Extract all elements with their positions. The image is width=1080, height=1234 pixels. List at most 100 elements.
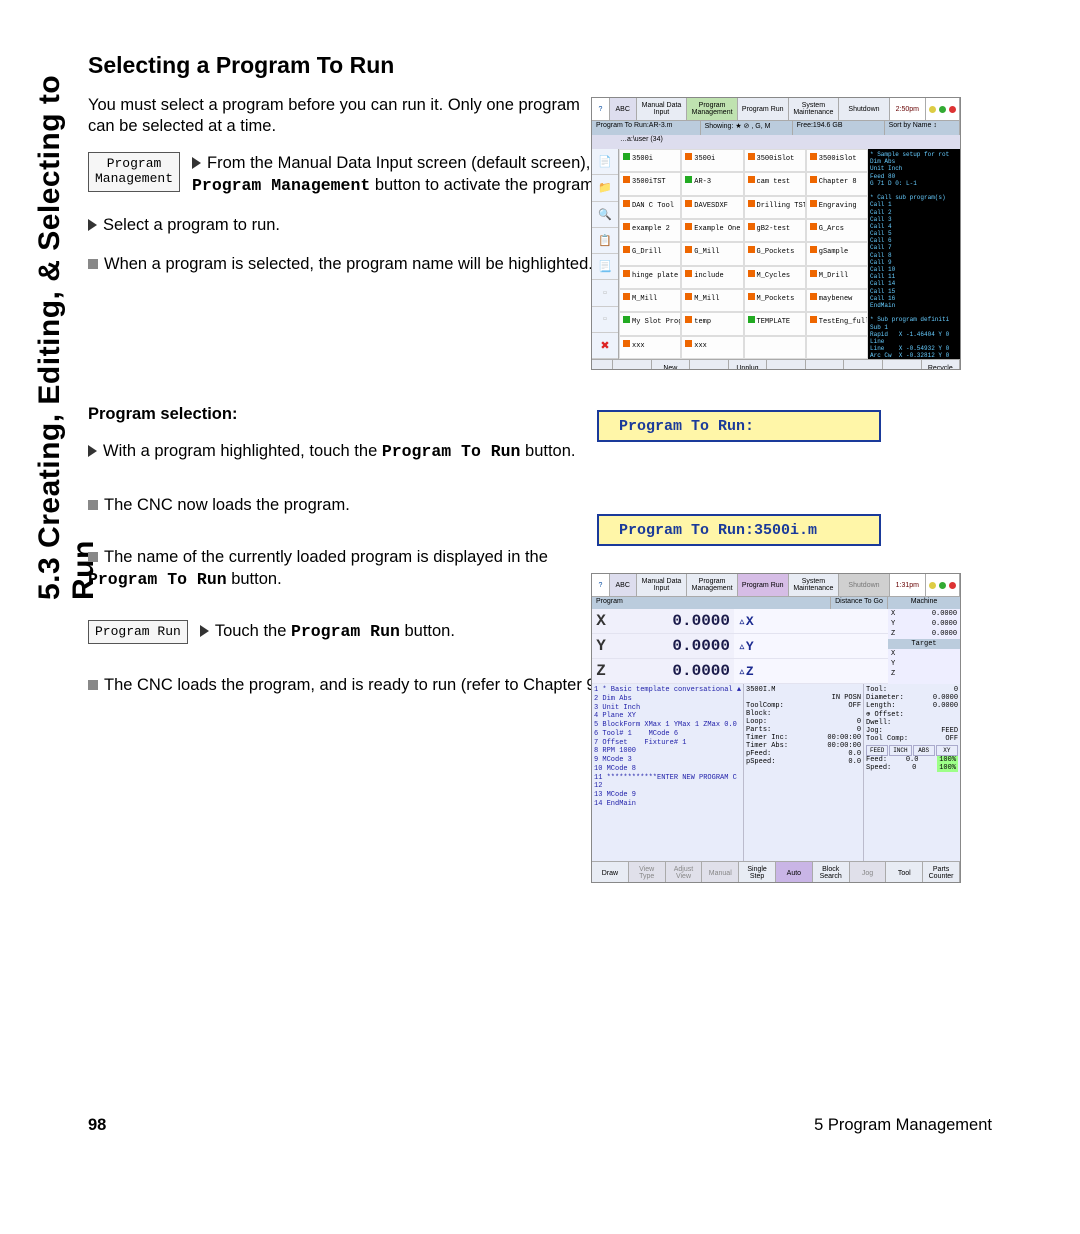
toolbar-button[interactable]: Manual bbox=[702, 862, 739, 883]
file-item[interactable]: M_Mill bbox=[681, 289, 743, 312]
toolbar-button[interactable]: Adjust View bbox=[666, 862, 703, 883]
tab-program-management[interactable]: Program Management bbox=[687, 574, 738, 596]
program-to-run-button-loaded[interactable]: Program To Run:3500i.m bbox=[597, 514, 881, 546]
toolbar-button bbox=[883, 360, 922, 370]
toolbar-button[interactable]: New Program bbox=[652, 360, 691, 370]
tab-program-run[interactable]: Program Run bbox=[738, 98, 789, 120]
program-management-button[interactable]: ProgramManagement bbox=[88, 152, 180, 192]
tool-icon[interactable]: 📄 bbox=[592, 149, 618, 175]
folder-icon[interactable]: 📁 bbox=[592, 175, 618, 201]
file-item[interactable]: include bbox=[681, 266, 743, 289]
file-item[interactable]: Drilling TST bbox=[744, 196, 806, 219]
doc-icon[interactable]: 📃 bbox=[592, 254, 618, 280]
file-item[interactable]: xxx bbox=[619, 336, 681, 359]
screenshot-program-run: ? ABC Manual Data Input Program Manageme… bbox=[591, 573, 961, 883]
tab-program-run[interactable]: Program Run bbox=[738, 574, 789, 596]
tab-program-management[interactable]: Program Management bbox=[687, 98, 738, 120]
toolbar-button[interactable]: View Type bbox=[629, 862, 666, 883]
dro-panel: X0.0000▵XY0.0000▵YZ0.0000▵Z bbox=[592, 609, 888, 684]
file-item[interactable]: G_Drill bbox=[619, 242, 681, 265]
toolbar-button[interactable]: Tool bbox=[886, 862, 923, 883]
toolbar-button[interactable]: ◄ bbox=[592, 360, 613, 370]
file-item[interactable] bbox=[806, 336, 868, 359]
toolbar-button[interactable]: Draw bbox=[592, 862, 629, 883]
file-item[interactable]: G_Mill bbox=[681, 242, 743, 265]
file-item[interactable]: G_Pockets bbox=[744, 242, 806, 265]
status-machine: Machine bbox=[888, 597, 960, 609]
square-bullet-icon bbox=[88, 552, 98, 562]
tab-mdi[interactable]: Manual Data Input bbox=[637, 574, 688, 596]
file-item[interactable]: 3500iSlot bbox=[744, 149, 806, 172]
toolbar-button[interactable]: Edit bbox=[844, 360, 883, 370]
file-item[interactable]: My Slot Prog. bbox=[619, 312, 681, 335]
file-item[interactable]: maybenew bbox=[806, 289, 868, 312]
file-item[interactable]: temp bbox=[681, 312, 743, 335]
file-item[interactable]: 3500iSlot bbox=[806, 149, 868, 172]
triangle-bullet-icon bbox=[88, 219, 97, 231]
step-select-program: Select a program to run. bbox=[88, 214, 608, 236]
screenshot-program-management: ? ABC Manual Data Input Program Manageme… bbox=[591, 97, 961, 370]
preview-panel: * Sample setup for rot Dim Abs Unit Inch… bbox=[868, 149, 960, 359]
program-listing[interactable]: 1 * Basic template conversational ▲ 2 Di… bbox=[592, 684, 743, 861]
file-item[interactable]: 3500i bbox=[681, 149, 743, 172]
file-grid[interactable]: 3500i3500i3500iSlot3500iSlot3500iTSTAR-3… bbox=[619, 149, 868, 359]
file-item[interactable]: M_Pockets bbox=[744, 289, 806, 312]
page-title: Selecting a Program To Run bbox=[88, 52, 963, 79]
program-run-button[interactable]: Program Run bbox=[88, 620, 188, 645]
toolbar-button[interactable]: Auto bbox=[776, 862, 813, 883]
toolbar-button[interactable]: Unplug USB bbox=[729, 360, 768, 370]
copy-icon[interactable]: 📋 bbox=[592, 228, 618, 254]
toolbar-button[interactable]: Block Search bbox=[813, 862, 850, 883]
file-item[interactable]: xxx bbox=[681, 336, 743, 359]
file-item[interactable]: M_Cycles bbox=[744, 266, 806, 289]
toolbar-button[interactable]: ⊖ bbox=[613, 360, 652, 370]
help-icon[interactable]: ? bbox=[592, 98, 610, 120]
program-to-run-button-empty[interactable]: Program To Run: bbox=[597, 410, 881, 442]
tab-shutdown: Shutdown bbox=[839, 574, 890, 596]
file-item[interactable]: example 2 bbox=[619, 219, 681, 242]
file-item[interactable]: DAN C Tool bbox=[619, 196, 681, 219]
blank-icon[interactable]: ▫ bbox=[592, 280, 618, 306]
tab-system-maintenance[interactable]: System Maintenance bbox=[789, 98, 840, 120]
showing-filter[interactable]: Showing: ★ ⊘ , G, M bbox=[701, 121, 793, 135]
toolbar-button[interactable]: Jog bbox=[850, 862, 887, 883]
chapter-footer: 5 Program Management bbox=[814, 1116, 992, 1135]
sort-by[interactable]: Sort by Name ↕ bbox=[885, 121, 960, 135]
file-item[interactable]: 3500iTST bbox=[619, 172, 681, 195]
help-icon[interactable]: ? bbox=[592, 574, 610, 596]
abc-button[interactable]: ABC bbox=[610, 574, 637, 596]
delete-icon[interactable]: ✖ bbox=[592, 333, 618, 359]
file-item[interactable]: Example One bbox=[681, 219, 743, 242]
tab-system-maintenance[interactable]: System Maintenance bbox=[789, 574, 840, 596]
status-lights bbox=[926, 574, 960, 596]
file-item[interactable]: Chapter 8 bbox=[806, 172, 868, 195]
file-item[interactable]: TEMPLATE bbox=[744, 312, 806, 335]
step-touch-ptr: With a program highlighted, touch the Pr… bbox=[88, 440, 608, 463]
clock: 2:50pm bbox=[890, 98, 926, 120]
file-item[interactable]: 3500i bbox=[619, 149, 681, 172]
file-item[interactable]: cam test bbox=[744, 172, 806, 195]
tab-shutdown[interactable]: Shutdown bbox=[839, 98, 890, 120]
file-item[interactable] bbox=[744, 336, 806, 359]
toolbar-button[interactable]: Parts Counter bbox=[923, 862, 960, 883]
side-tab: 5.3 Creating, Editing, & Selecting to Ru… bbox=[33, 50, 75, 600]
file-item[interactable]: gSample bbox=[806, 242, 868, 265]
file-item[interactable]: M_Mill bbox=[619, 289, 681, 312]
file-item[interactable]: AR-3 bbox=[681, 172, 743, 195]
file-item[interactable]: DAVESDXF bbox=[681, 196, 743, 219]
file-item[interactable]: gB2-test bbox=[744, 219, 806, 242]
toolbar-button[interactable]: CAM bbox=[767, 360, 806, 370]
file-item[interactable]: G_Arcs bbox=[806, 219, 868, 242]
file-item[interactable]: M_Drill bbox=[806, 266, 868, 289]
toolbar-button[interactable]: Recycle Bin bbox=[922, 360, 961, 370]
abc-button[interactable]: ABC bbox=[610, 98, 637, 120]
tab-mdi[interactable]: Manual Data Input bbox=[637, 98, 688, 120]
search-icon[interactable]: 🔍 bbox=[592, 202, 618, 228]
file-item[interactable]: Engraving bbox=[806, 196, 868, 219]
toolbar-button[interactable]: Single Step bbox=[739, 862, 776, 883]
toolbar-button[interactable]: Draw bbox=[806, 360, 845, 370]
blank-icon[interactable]: ▫ bbox=[592, 307, 618, 333]
file-item[interactable]: TestEng_full bbox=[806, 312, 868, 335]
file-item[interactable]: hinge plate 1 bbox=[619, 266, 681, 289]
left-toolbar: 📄 📁 🔍 📋 📃 ▫ ▫ ✖ bbox=[592, 149, 619, 359]
